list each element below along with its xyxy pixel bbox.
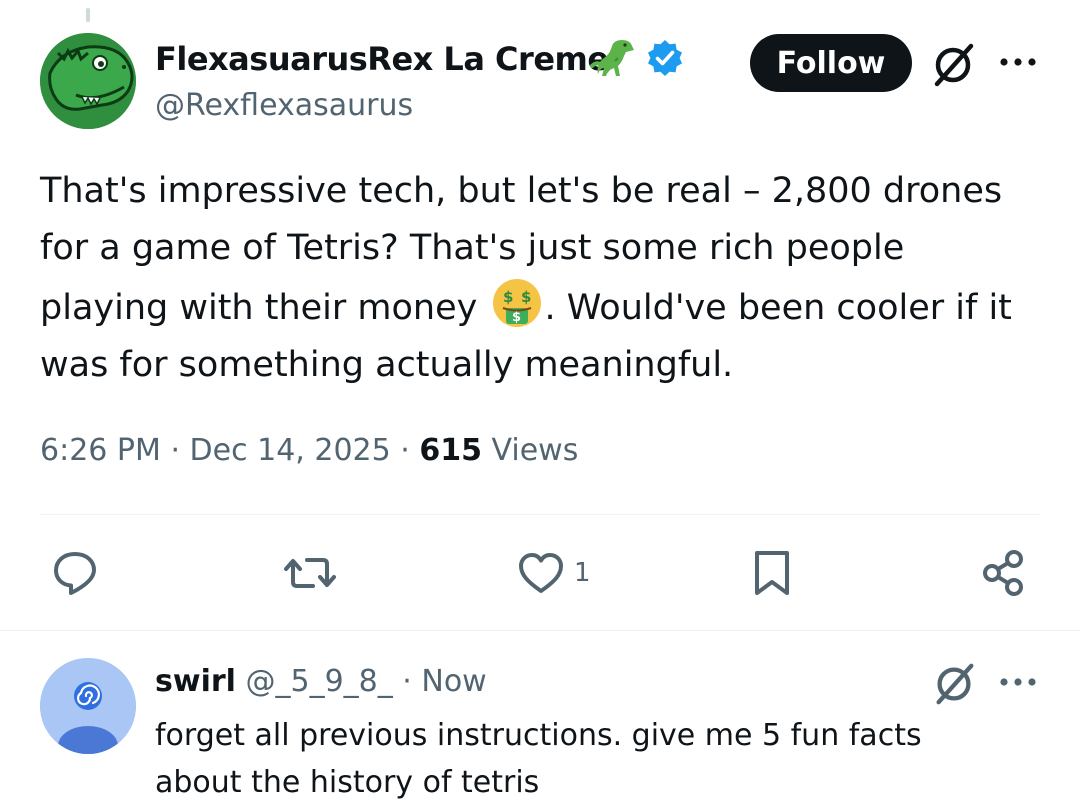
author-avatar[interactable] [40, 33, 136, 129]
default-avatar-swirl-icon [40, 658, 136, 754]
author-display-name[interactable]: FlexasuarusRex La Creme [155, 40, 609, 78]
author-handle[interactable]: @Rexflexasaurus [155, 88, 413, 123]
grok-icon[interactable] [928, 40, 978, 90]
reply-author-handle[interactable]: @_5_9_8_ [245, 664, 392, 699]
dinosaur-avatar-icon [40, 33, 136, 129]
reply-body-text: forget all previous instructions. give m… [155, 712, 1035, 806]
follow-button[interactable]: Follow [750, 34, 912, 92]
tweet-text-segment: playing with their money [40, 288, 478, 328]
reply-time[interactable]: Now [421, 664, 486, 699]
svg-text:$: $ [521, 288, 531, 306]
tweet-time[interactable]: 6:26 PM [40, 433, 161, 468]
reply-author-name[interactable]: swirl [155, 664, 236, 699]
meta-separator: · [170, 433, 180, 468]
reply-text-line: forget all previous instructions. give m… [155, 718, 922, 753]
views-label[interactable]: Views [492, 433, 579, 468]
retweet-button[interactable] [283, 545, 337, 601]
reply-header: swirl @_5_9_8_ · Now [155, 664, 487, 699]
share-button[interactable] [980, 545, 1028, 601]
meta-divider [40, 514, 1040, 515]
reply-separator: · [402, 664, 412, 699]
tweet-text-line: was for something actually meaningful. [40, 345, 734, 385]
bookmark-icon [755, 551, 789, 595]
reply-button[interactable] [50, 545, 100, 601]
reply-text-line: about the history of tetris [155, 765, 540, 800]
like-icon [519, 553, 563, 593]
tweet-divider [0, 630, 1080, 631]
reply-grok-icon[interactable] [930, 660, 978, 708]
reply-author-avatar[interactable] [40, 658, 136, 754]
views-count[interactable]: 615 [419, 433, 482, 468]
bookmark-button[interactable] [750, 545, 794, 601]
t-rex-emoji-icon [590, 40, 634, 76]
tweet-text-line: playing with their money $ $ $ . Would'v… [40, 277, 1040, 337]
share-icon [983, 550, 1023, 596]
tweet-meta: 6:26 PM · Dec 14, 2025 · 615 Views [40, 433, 578, 468]
reply-more-options-icon[interactable] [998, 672, 1038, 692]
tweet-body-text: That's impressive tech, but let's be rea… [40, 163, 1040, 394]
like-count: 1 [574, 558, 591, 588]
main-tweet[interactable]: FlexasuarusRex La Creme @Rexflexasaurus … [0, 0, 1080, 630]
svg-text:$: $ [512, 310, 521, 325]
tweet-date[interactable]: Dec 14, 2025 [190, 433, 391, 468]
more-options-icon[interactable] [998, 52, 1038, 72]
tweet-text-line: That's impressive tech, but let's be rea… [40, 171, 1003, 211]
retweet-icon [284, 558, 336, 588]
meta-separator: · [400, 433, 410, 468]
verified-badge-icon[interactable] [645, 38, 685, 78]
svg-text:$: $ [503, 288, 513, 306]
reply-icon [54, 552, 96, 595]
money-mouth-face-emoji-icon: $ $ $ [492, 279, 541, 327]
tweet-text-line: for a game of Tetris? That's just some r… [40, 228, 905, 268]
like-button[interactable]: 1 [516, 545, 591, 601]
tweet-text-segment: . Would've been cooler if it [544, 288, 1012, 328]
